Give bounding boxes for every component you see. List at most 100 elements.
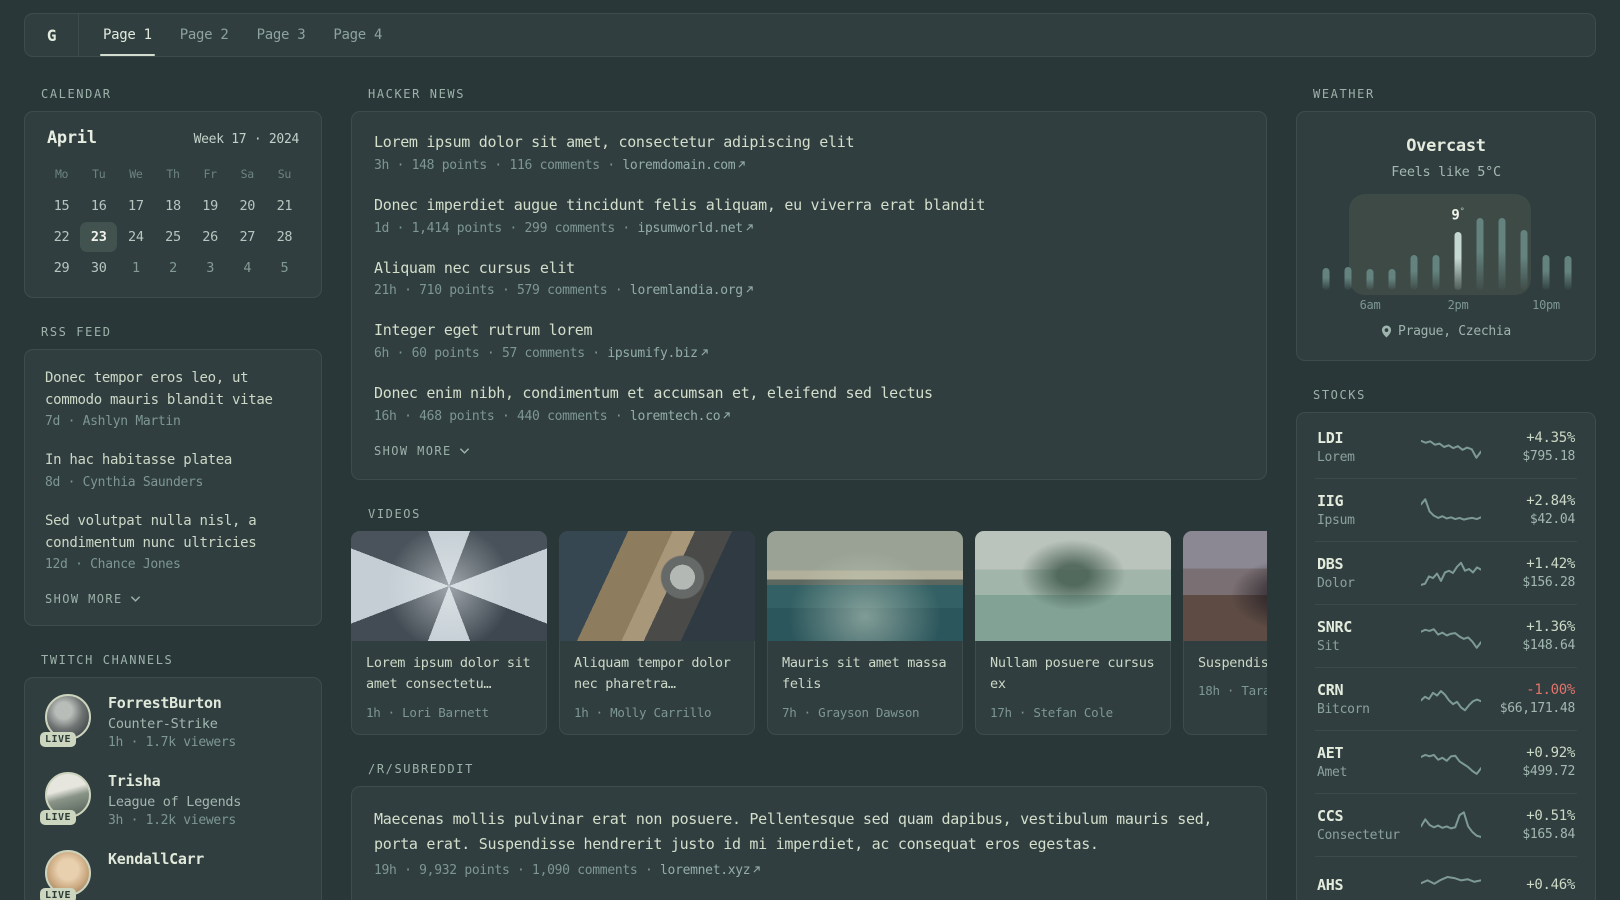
hn-item: Lorem ipsum dolor sit amet, consectetur … bbox=[374, 132, 1244, 173]
hn-item: Aliquam nec cursus elit 21h · 710 points… bbox=[374, 258, 1244, 298]
stock-name: Amet bbox=[1317, 765, 1348, 780]
calendar-widget: CALENDAR April Week 17 · 2024 Mo Tu We Th Fr… bbox=[24, 87, 322, 298]
stock-values: +4.35% $795.18 bbox=[1489, 430, 1575, 464]
page-tab[interactable]: Page 4 bbox=[333, 14, 382, 56]
stock-row[interactable]: CRN Bitcorn -1.00% $66,171.48 bbox=[1315, 667, 1577, 730]
subreddit-post-title[interactable]: Maecenas mollis pulvinar erat non posuer… bbox=[374, 807, 1234, 858]
video-card[interactable]: Suspendisse diam 18h · Tara bbox=[1183, 530, 1267, 735]
hn-item: Donec imperdiet augue tincidunt felis al… bbox=[374, 195, 1244, 236]
calendar-week-year: Week 17 · 2024 bbox=[193, 132, 300, 147]
page-tab[interactable]: Page 2 bbox=[180, 14, 229, 56]
live-badge: LIVE bbox=[40, 888, 77, 900]
stock-ticker: AET bbox=[1317, 744, 1344, 762]
stock-ticker: CRN bbox=[1317, 681, 1344, 699]
stock-change: -1.00% bbox=[1526, 682, 1575, 698]
weather-bar bbox=[1520, 230, 1528, 290]
rss-item-meta: 8d · Cynthia Saunders bbox=[45, 475, 204, 491]
twitch-channel-row[interactable]: LIVE KendallCarr bbox=[40, 850, 301, 900]
app-logo[interactable]: G bbox=[25, 14, 79, 56]
stock-row[interactable]: SNRC Sit +1.36% $148.64 bbox=[1315, 604, 1577, 667]
hn-item-domain-link[interactable]: ipsumify.biz bbox=[607, 346, 698, 361]
subreddit-post-domain-link[interactable]: loremnet.xyz bbox=[660, 863, 751, 878]
hn-item-domain-link[interactable]: loremdomain.com bbox=[622, 158, 735, 173]
calendar-day: 16 bbox=[90, 198, 107, 214]
stock-name: Consectetur bbox=[1317, 828, 1400, 843]
stock-info: CRN Bitcorn bbox=[1317, 681, 1413, 717]
calendar-day-header: Sa bbox=[240, 167, 255, 181]
rss-item-title[interactable]: Donec tempor eros leo, ut commodo mauris… bbox=[45, 368, 301, 411]
stock-name: Dolor bbox=[1317, 576, 1355, 591]
calendar-day: 27 bbox=[239, 229, 256, 245]
weather-feels-like: Feels like 5°C bbox=[1391, 164, 1501, 180]
twitch-channel-row[interactable]: LIVE Trisha League of Legends 3h · 1.2k … bbox=[40, 772, 301, 828]
calendar-day: 25 bbox=[165, 229, 181, 245]
calendar-day: 15 bbox=[53, 198, 70, 214]
hn-item-title[interactable]: Donec enim nibh, condimentum et accumsan… bbox=[374, 383, 1244, 405]
weather-bar bbox=[1322, 268, 1330, 290]
weather-bar bbox=[1410, 254, 1418, 290]
twitch-avatar-wrap: LIVE bbox=[40, 850, 91, 900]
hn-item-title[interactable]: Integer eget rutrum lorem bbox=[374, 320, 1244, 342]
twitch-channel-name: Trisha bbox=[108, 772, 161, 791]
twitch-channel-row[interactable]: LIVE ForrestBurton Counter-Strike 1h · 1… bbox=[40, 694, 301, 750]
hn-show-more-label: SHOW MORE bbox=[374, 443, 452, 458]
weather-widget: WEATHER Overcast Feels like 5°C 9° 6am 2pm… bbox=[1296, 87, 1596, 361]
hn-item-title[interactable]: Aliquam nec cursus elit bbox=[374, 258, 1244, 280]
stock-sparkline bbox=[1421, 431, 1481, 463]
weather-bar bbox=[1388, 269, 1396, 290]
calendar-day: 4 bbox=[243, 260, 252, 276]
twitch-widget: TWITCH CHANNELS LIVE ForrestBurton Count… bbox=[24, 653, 322, 900]
rss-item-title[interactable]: Sed volutpat nulla nisl, a condimentum n… bbox=[45, 511, 301, 554]
live-badge: LIVE bbox=[40, 732, 77, 748]
hn-item-stats: 3h · 148 points · 116 comments · bbox=[374, 157, 623, 173]
hn-item-domain-link[interactable]: loremlandia.org bbox=[630, 283, 743, 298]
video-title: Suspendisse diam bbox=[1198, 654, 1267, 671]
calendar-day: 30 bbox=[90, 260, 107, 276]
video-card[interactable]: Mauris sit amet massa felis 7h · Grayson… bbox=[767, 530, 963, 735]
video-card[interactable]: Nullam posuere cursus ex 17h · Stefan Co… bbox=[975, 530, 1171, 735]
stock-row[interactable]: AET Amet +0.92% $499.72 bbox=[1315, 730, 1577, 793]
calendar-day-selected: 23 bbox=[80, 222, 118, 252]
stock-row[interactable]: IIG Ipsum +2.84% $42.04 bbox=[1315, 478, 1577, 541]
stock-row[interactable]: LDI Lorem +4.35% $795.18 bbox=[1315, 416, 1577, 478]
stock-change: +0.51% bbox=[1526, 808, 1575, 824]
stock-row[interactable]: AHS +0.46% bbox=[1315, 856, 1577, 900]
calendar-day: 26 bbox=[202, 229, 218, 245]
twitch-channel-game: Counter-Strike bbox=[108, 716, 218, 733]
stock-change: +2.84% bbox=[1526, 493, 1575, 509]
stock-change: +1.36% bbox=[1526, 619, 1575, 635]
weather-bar bbox=[1498, 218, 1506, 290]
stock-values: +1.36% $148.64 bbox=[1489, 619, 1575, 653]
video-card[interactable]: Aliquam tempor dolor nec pharetra… 1h · … bbox=[559, 530, 755, 735]
hn-item-stats: 6h · 60 points · 57 comments · bbox=[374, 346, 608, 361]
hn-item-domain-link[interactable]: loremtech.co bbox=[630, 409, 721, 424]
stock-change: +4.35% bbox=[1526, 430, 1575, 446]
hn-item-title[interactable]: Lorem ipsum dolor sit amet, consectetur … bbox=[374, 132, 1244, 154]
rss-show-more-button[interactable]: SHOW MORE bbox=[45, 592, 141, 606]
calendar-day: 5 bbox=[280, 260, 289, 276]
weather-time-label: 2pm bbox=[1447, 298, 1469, 312]
rss-item: Sed volutpat nulla nisl, a condimentum n… bbox=[45, 511, 301, 572]
hn-show-more-button[interactable]: SHOW MORE bbox=[374, 444, 470, 458]
video-thumbnail bbox=[767, 530, 963, 641]
video-card[interactable]: Lorem ipsum dolor sit amet consectetu… 1… bbox=[351, 530, 547, 735]
weather-time-label: 6am bbox=[1359, 298, 1381, 312]
hn-item: Integer eget rutrum lorem 6h · 60 points… bbox=[374, 320, 1244, 361]
weather-section-title: WEATHER bbox=[1313, 87, 1375, 101]
hn-item-title[interactable]: Donec imperdiet augue tincidunt felis al… bbox=[374, 195, 1244, 217]
page-tab-label: Page 4 bbox=[333, 27, 383, 43]
video-meta: 1h · Lori Barnett bbox=[366, 704, 489, 720]
rss-item-title[interactable]: In hac habitasse platea bbox=[45, 450, 301, 472]
chevron-down-icon bbox=[459, 447, 469, 454]
page-tab[interactable]: Page 3 bbox=[257, 14, 306, 56]
weather-card: Overcast Feels like 5°C 9° 6am 2pm 10pm Pra… bbox=[1296, 111, 1596, 361]
calendar-day: 1 bbox=[131, 260, 140, 276]
hn-item-domain-link[interactable]: ipsumworld.net bbox=[637, 221, 743, 236]
page-tab[interactable]: Page 1 bbox=[100, 14, 155, 56]
calendar-header: April Week 17 · 2024 bbox=[43, 128, 303, 148]
videos-section-title: VIDEOS bbox=[368, 506, 421, 521]
stock-row[interactable]: CCS Consectetur +0.51% $165.84 bbox=[1315, 793, 1577, 856]
calendar-day: 17 bbox=[128, 198, 144, 214]
stock-row[interactable]: DBS Dolor +1.42% $156.28 bbox=[1315, 541, 1577, 604]
videos-widget: VIDEOS Lorem ipsum dolor sit amet consec… bbox=[351, 507, 1267, 735]
